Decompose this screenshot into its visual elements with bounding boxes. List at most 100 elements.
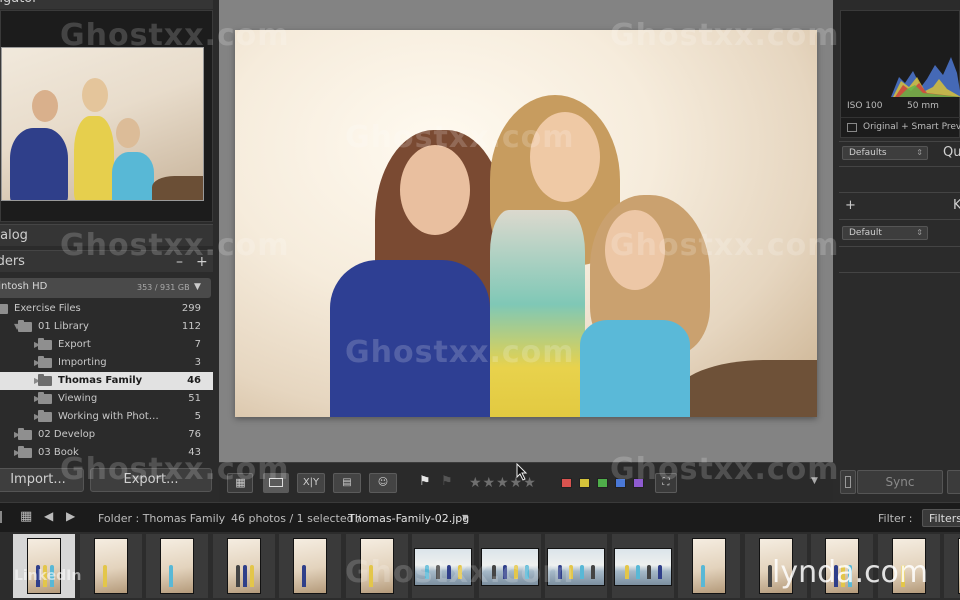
secondary-window-icon[interactable]	[0, 511, 2, 523]
color-label-swatch[interactable]	[561, 478, 572, 488]
thumbnail-figure	[491, 565, 496, 579]
reset-button[interactable]	[947, 470, 960, 494]
grid-view-button[interactable]: ▦	[227, 473, 253, 493]
preview-figure	[74, 116, 114, 200]
folder-row[interactable]: ▶02 Develop76	[0, 426, 213, 444]
survey-view-button[interactable]: ▤	[333, 473, 361, 493]
folder-icon	[38, 338, 52, 350]
filmstrip-thumbnail[interactable]	[944, 534, 960, 598]
remove-folder-button[interactable]: –	[176, 251, 183, 273]
folder-label[interactable]: Folder : Thomas Family	[98, 512, 225, 525]
filename-dropdown-icon[interactable]: ▼	[462, 513, 468, 522]
thumbnail-image	[692, 538, 726, 594]
export-button[interactable]: Export...	[90, 468, 212, 492]
import-button[interactable]: Import...	[0, 468, 84, 492]
filmstrip-thumbnail[interactable]	[146, 534, 208, 598]
thumbnail-figure	[242, 565, 247, 587]
filter-dropdown[interactable]: Filters Of	[922, 509, 960, 527]
folder-row[interactable]: ▶Importing3	[0, 354, 213, 372]
folder-row[interactable]: ▼01 Library112	[0, 318, 213, 336]
filmstrip-thumbnail[interactable]	[79, 534, 142, 598]
photo-figure-left-face	[400, 145, 470, 235]
loupe-view-button[interactable]	[263, 473, 289, 493]
color-label-swatch[interactable]	[633, 478, 644, 488]
folder-row[interactable]: ▶03 Book43	[0, 444, 213, 462]
folder-name: Exercise Files	[14, 303, 81, 314]
right-divider	[839, 192, 960, 193]
folder-count: 7	[194, 339, 201, 350]
folder-row[interactable]: ▶Viewing51	[0, 390, 213, 408]
keywording-label[interactable]: K	[953, 198, 960, 213]
folder-count: 112	[181, 321, 201, 332]
forward-arrow-icon[interactable]: ▶	[66, 509, 75, 523]
drive-space: 353 / 931 GB	[137, 283, 190, 292]
filmstrip-thumbnail[interactable]	[412, 534, 474, 598]
filmstrip-thumbnail[interactable]	[611, 534, 674, 598]
saved-preset-dropdown[interactable]: Defaults ⇕	[842, 146, 928, 160]
flag-reject-icon[interactable]: ⚑	[441, 474, 453, 489]
preview-checkbox[interactable]	[847, 123, 857, 132]
thumbnail-figure	[569, 565, 573, 579]
folder-name: Thomas Family	[58, 375, 143, 386]
filmstrip-thumbnail[interactable]	[478, 534, 541, 598]
photo-figure-left-body	[330, 260, 490, 417]
compare-view-button[interactable]: X|Y	[297, 473, 325, 493]
folders-header[interactable]: Folders – +	[0, 250, 213, 272]
color-label-swatch[interactable]	[579, 478, 590, 488]
keyword-set-dropdown[interactable]: Default ⇕	[842, 226, 928, 240]
thumbnail-figure	[169, 565, 173, 587]
folder-row[interactable]: ▶Thomas Family46	[0, 372, 213, 390]
filmstrip-thumbnail[interactable]	[13, 534, 75, 598]
folder-row[interactable]: ▼Exercise Files299	[0, 300, 213, 318]
thumbnail-image	[226, 538, 261, 594]
thumbnail-figure	[624, 565, 629, 579]
folder-row[interactable]: ▶Export7	[0, 336, 213, 354]
navigator-header[interactable]: Navigator	[0, 0, 213, 9]
toolbar-menu-icon[interactable]: ▼	[811, 476, 818, 486]
quick-develop-label[interactable]: Qui	[943, 145, 960, 160]
color-label-swatch[interactable]	[597, 478, 608, 488]
histogram-divider	[841, 117, 960, 118]
main-photo[interactable]	[235, 30, 817, 417]
drive-collapse-icon[interactable]: ▼	[194, 282, 201, 292]
color-label-swatch[interactable]	[615, 478, 626, 488]
filter-label: Filter :	[878, 512, 913, 525]
photo-figure-center-face	[530, 112, 600, 202]
drive-bar[interactable]: Macintosh HD 353 / 931 GB ▼	[0, 278, 211, 298]
sync-label: Sync	[885, 475, 915, 489]
folder-icon	[18, 320, 32, 332]
folder-count: 51	[188, 393, 201, 404]
histogram-iso: ISO 100	[847, 101, 883, 111]
crop-overlay-button[interactable]: ⛶	[655, 473, 677, 493]
filename-label[interactable]: Thomas-Family-02.jpg	[348, 512, 469, 525]
people-icon: ☺	[377, 477, 389, 488]
folder-count: 46	[187, 375, 201, 386]
sync-settings-toggle[interactable]	[840, 470, 856, 494]
add-folder-button[interactable]: +	[196, 251, 208, 273]
flag-pick-icon[interactable]: ⚑	[419, 474, 431, 489]
linkedin-watermark: LinkedIn	[14, 568, 82, 584]
folder-icon	[18, 428, 32, 440]
navigator-preview[interactable]	[1, 47, 204, 201]
back-arrow-icon[interactable]: ◀	[44, 509, 53, 523]
filmstrip-thumbnail[interactable]	[545, 534, 607, 598]
thumbnail-image	[613, 548, 672, 586]
folder-count: 76	[188, 429, 201, 440]
filmstrip-thumbnail[interactable]	[279, 534, 341, 598]
filmstrip-thumbnail[interactable]	[212, 534, 275, 598]
catalog-title: Catalog	[0, 228, 28, 243]
catalog-header[interactable]: Catalog	[0, 224, 213, 246]
filmstrip-thumbnail[interactable]	[678, 534, 740, 598]
crop-icon: ⛶	[662, 477, 670, 488]
thumbnail-figure	[524, 565, 529, 579]
dropdown-arrows-icon: ⇕	[916, 148, 923, 157]
folder-icon	[18, 446, 32, 458]
thumbnail-image	[414, 548, 472, 586]
filmstrip-thumbnail[interactable]	[345, 534, 408, 598]
add-keyword-icon[interactable]: +	[845, 198, 856, 213]
folder-row[interactable]: ▶Working with Phot…5	[0, 408, 213, 426]
people-view-button[interactable]: ☺	[369, 473, 397, 493]
sync-button[interactable]: Sync	[857, 470, 943, 494]
grid-icon[interactable]: ▦	[20, 509, 32, 524]
thumbnail-image	[547, 548, 605, 586]
